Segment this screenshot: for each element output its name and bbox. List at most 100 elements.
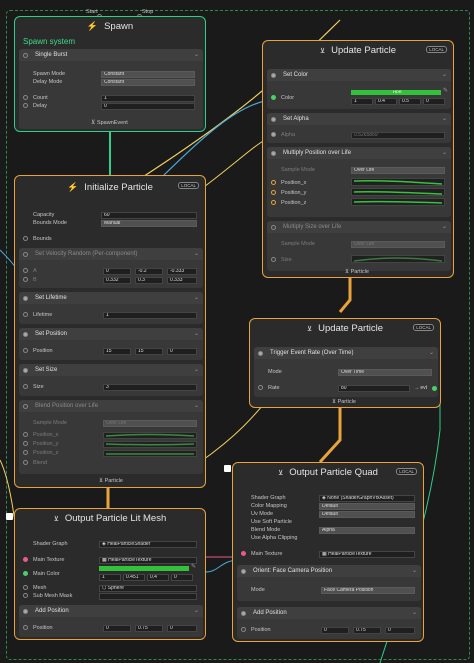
uv-mode-select[interactable]: Default: [319, 511, 415, 518]
spawn-node[interactable]: ⚡ Spawn Spawn system Single Burst ⌄ Spawn…: [14, 16, 206, 132]
capacity-field[interactable]: 60: [101, 212, 197, 219]
shader-graph-field[interactable]: ◈ None (ShaderGraphVfxAsset): [319, 495, 415, 502]
pos-x-port[interactable]: [23, 432, 28, 437]
main-color-port[interactable]: [23, 571, 28, 576]
mesh-port[interactable]: [23, 585, 28, 590]
delay-port[interactable]: [23, 103, 28, 108]
pos-y-port[interactable]: [271, 190, 276, 195]
position-z[interactable]: 0: [167, 625, 197, 632]
position-port[interactable]: [23, 625, 28, 630]
chevron-down-icon[interactable]: ⌄: [194, 51, 199, 58]
block-toggle[interactable]: [23, 252, 28, 257]
block-toggle[interactable]: [23, 368, 28, 373]
chevron-down-icon[interactable]: ⌄: [412, 609, 417, 616]
orient-mode-select[interactable]: Face Camera Position: [321, 587, 415, 594]
block-toggle[interactable]: [23, 332, 28, 337]
delay-mode-select[interactable]: Constant: [101, 79, 195, 86]
main-color-g[interactable]: 0.451: [123, 574, 145, 581]
blend-mode-select[interactable]: Alpha: [319, 527, 415, 534]
set-alpha-block[interactable]: Set Alpha ⌄ Alpha 0.5265869: [267, 113, 451, 143]
block-toggle[interactable]: [23, 609, 28, 614]
velocity-a-x[interactable]: 0: [103, 268, 131, 275]
output-lit-mesh-node[interactable]: ⊻ Output Particle Lit Mesh Shader Graph ◈…: [6, 508, 206, 640]
orient-block[interactable]: Orient: Face Camera Position ⌄ Mode Face…: [237, 565, 421, 601]
main-color-swatch[interactable]: [99, 566, 189, 571]
output-quad-node[interactable]: ⊻ Output Particle Quad LOCAL Shader Graph…: [224, 462, 424, 642]
block-toggle[interactable]: [271, 225, 276, 230]
velocity-b-z[interactable]: 0.333: [167, 277, 197, 284]
chevron-down-icon[interactable]: ⌄: [194, 402, 199, 409]
color-swatch[interactable]: HDR: [351, 89, 441, 95]
velocity-a-y[interactable]: -0.2: [135, 268, 163, 275]
blend-position-block[interactable]: Blend Position over Life ⌄ Sample Mode O…: [19, 400, 203, 474]
blend-port[interactable]: [23, 460, 28, 465]
chevron-down-icon[interactable]: ⌄: [429, 349, 434, 356]
block-toggle[interactable]: [241, 569, 246, 574]
pos-y-port[interactable]: [23, 441, 28, 446]
set-color-block[interactable]: Set Color ⌄ Color HDR ✎ 1 0.4 0.5 0: [267, 69, 451, 109]
spawn-mode-select[interactable]: Constant: [101, 71, 195, 78]
shader-graph-field[interactable]: ◈ HealParticleShader: [99, 541, 197, 548]
block-toggle[interactable]: [241, 611, 246, 616]
pos-z-port[interactable]: [23, 450, 28, 455]
mesh-field[interactable]: ⬡ Sphere: [99, 585, 197, 592]
pos-x-port[interactable]: [271, 180, 276, 185]
multiply-size-block[interactable]: Multiply Size over Life ⌄ Sample Mode Ov…: [267, 221, 451, 271]
size-field[interactable]: 3: [103, 384, 197, 391]
position-x[interactable]: 15: [103, 348, 131, 355]
chevron-down-icon[interactable]: ⌄: [194, 294, 199, 301]
delay-field[interactable]: 0: [101, 103, 195, 110]
color-b[interactable]: 0.5: [399, 98, 421, 105]
chevron-down-icon[interactable]: ⌄: [194, 250, 199, 257]
initialize-particle-node[interactable]: ⚡ Initialize Particle LOCAL Capacity 60 B…: [14, 175, 206, 488]
single-burst-block[interactable]: Single Burst ⌄ Spawn Mode Constant Delay…: [19, 49, 203, 129]
add-position-block[interactable]: Add Position ⌄ Position 0 0.75 0: [237, 607, 421, 639]
alpha-port[interactable]: [271, 132, 276, 137]
update-particle-2-node[interactable]: ⊻ Update Particle LOCAL Trigger Event Rat…: [249, 318, 441, 408]
alpha-field[interactable]: 0.5265869: [351, 132, 445, 139]
pos-z-port[interactable]: [271, 200, 276, 205]
block-toggle[interactable]: [271, 151, 276, 156]
position-x[interactable]: 0: [103, 625, 131, 632]
position-y[interactable]: 15: [135, 348, 163, 355]
evt-port[interactable]: [432, 386, 437, 391]
eyedropper-icon[interactable]: ✎: [191, 563, 196, 570]
position-port[interactable]: [241, 627, 246, 632]
chevron-down-icon[interactable]: ⌄: [442, 115, 447, 122]
sample-mode-select[interactable]: Over Life: [103, 420, 197, 427]
count-field[interactable]: 1: [101, 95, 195, 102]
chevron-down-icon[interactable]: ⌄: [194, 366, 199, 373]
block-toggle[interactable]: [23, 296, 28, 301]
pos-y-curve[interactable]: [103, 441, 197, 448]
evt-output-port[interactable]: → evt: [414, 385, 427, 391]
velocity-a-port[interactable]: [23, 268, 28, 273]
submesh-port[interactable]: [23, 593, 28, 598]
count-port[interactable]: [23, 95, 28, 100]
pos-y-curve[interactable]: [351, 188, 445, 196]
spawn-system-name[interactable]: Spawn system: [23, 37, 75, 46]
position-x[interactable]: 0: [321, 627, 349, 634]
color-g[interactable]: 0.4: [375, 98, 397, 105]
trigger-event-block[interactable]: Trigger Event Rate (Over Time) ⌄ Mode Ov…: [254, 347, 438, 397]
color-mapping-select[interactable]: Default: [319, 503, 415, 510]
sample-mode-select[interactable]: Over Life: [351, 167, 445, 174]
mode-select[interactable]: Over Time: [338, 369, 432, 376]
add-position-block[interactable]: Add Position ⌄ Position 0 0.75 0: [19, 605, 203, 637]
rate-field[interactable]: 80: [338, 385, 410, 392]
size-port[interactable]: [23, 384, 28, 389]
chevron-down-icon[interactable]: ⌄: [412, 567, 417, 574]
main-texture-port[interactable]: [23, 557, 28, 562]
velocity-b-x[interactable]: 0.332: [103, 277, 131, 284]
block-toggle[interactable]: [23, 404, 28, 409]
main-texture-field[interactable]: ▦ HealParticleTexture: [99, 557, 197, 564]
set-lifetime-block[interactable]: Set Lifetime ⌄ Lifetime 1: [19, 292, 203, 324]
velocity-b-y[interactable]: 0.3: [135, 277, 163, 284]
pos-x-curve[interactable]: [103, 432, 197, 439]
position-port[interactable]: [23, 348, 28, 353]
position-z[interactable]: 0: [385, 627, 415, 634]
chevron-down-icon[interactable]: ⌄: [442, 223, 447, 230]
main-color-a[interactable]: 0: [171, 574, 193, 581]
bounds-mode-select[interactable]: Manual: [101, 220, 197, 227]
chevron-down-icon[interactable]: ⌄: [442, 71, 447, 78]
velocity-a-z[interactable]: -0.333: [167, 268, 197, 275]
